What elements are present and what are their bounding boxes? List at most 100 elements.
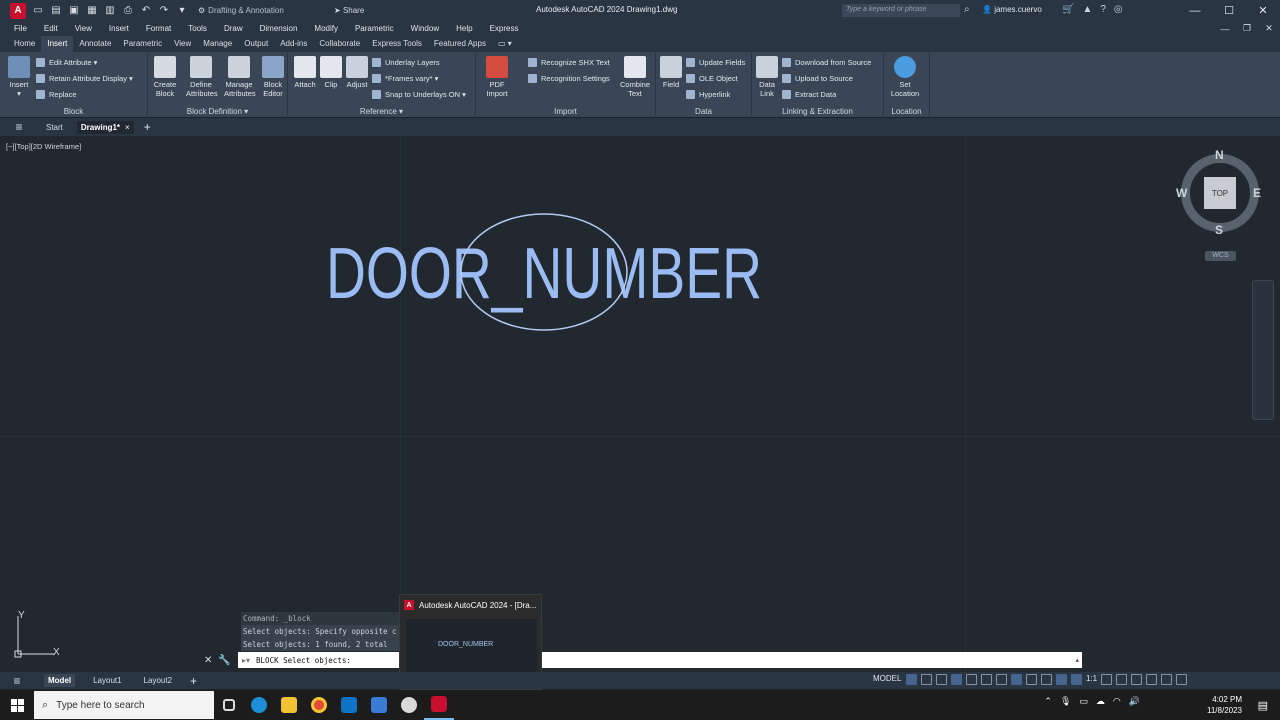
plot-icon[interactable]: ⎙ <box>122 5 134 17</box>
reference-panel-title[interactable]: Reference ▾ <box>288 107 475 116</box>
menu-insert[interactable]: Insert <box>109 24 129 33</box>
taskbar-clock[interactable]: 4:02 PM 11/8/2023 <box>1207 694 1242 716</box>
microphone-icon[interactable]: 🎙 <box>1060 696 1071 707</box>
set-location-button[interactable]: Set Location <box>890 56 920 98</box>
plus-icon[interactable] <box>1116 674 1128 685</box>
transparency-icon[interactable] <box>1041 674 1052 685</box>
undo-icon[interactable]: ↶ <box>140 5 152 17</box>
doc-restore-icon[interactable]: ❐ <box>1236 21 1258 36</box>
combine-text-button[interactable]: Combine Text <box>620 56 650 98</box>
save-as-icon[interactable]: ▦ <box>86 5 98 17</box>
user-account[interactable]: 👤 james.cuervo <box>982 5 1042 14</box>
taskbar-search-input[interactable]: ⌕ Type here to search <box>34 691 214 719</box>
drawing-canvas[interactable]: [−][Top][2D Wireframe] <box>0 136 1280 672</box>
chrome-icon[interactable] <box>304 690 334 720</box>
command-line[interactable]: ✕ 🔧 ▸▾ BLOCK Select objects: ▴ <box>200 652 1082 668</box>
block-editor-button[interactable]: Block Editor <box>258 56 288 98</box>
workspace-switch-icon[interactable] <box>1101 674 1113 685</box>
share-button[interactable]: ➤ Share <box>334 6 364 15</box>
lineweight-icon[interactable] <box>1026 674 1037 685</box>
menu-view[interactable]: View <box>75 24 92 33</box>
help-icon[interactable]: ? <box>1100 4 1106 15</box>
windows-start-icon[interactable] <box>0 698 34 712</box>
ribbon-tab-home[interactable]: Home <box>8 36 41 52</box>
annotation-visibility-icon[interactable] <box>1056 674 1067 685</box>
adjust-button[interactable]: Adjust <box>342 56 372 89</box>
model-space-button[interactable]: MODEL <box>873 674 901 683</box>
viewcube-top-face[interactable]: TOP <box>1204 177 1236 209</box>
ortho-icon[interactable] <box>951 674 962 685</box>
infer-constraints-icon[interactable] <box>936 674 947 685</box>
compass-south[interactable]: S <box>1215 223 1223 237</box>
ribbon-tab-insert[interactable]: Insert <box>41 36 74 52</box>
menu-icon[interactable]: ≡ <box>6 120 32 134</box>
block-definition-panel-title[interactable]: Block Definition ▾ <box>148 107 287 116</box>
edge-icon[interactable] <box>244 690 274 720</box>
ribbon-tab-view[interactable]: View <box>168 36 197 52</box>
paint-icon[interactable] <box>394 690 424 720</box>
search-icon[interactable]: ⌕ <box>964 4 976 16</box>
auto-scale-icon[interactable] <box>1071 674 1082 685</box>
ole-object-button[interactable]: OLE Object <box>686 72 738 84</box>
help-search-input[interactable]: Type a keyword or phrase <box>842 4 960 17</box>
ribbon-tab-manage[interactable]: Manage <box>197 36 238 52</box>
menu-dimension[interactable]: Dimension <box>260 24 298 33</box>
frames-vary-dropdown[interactable]: *Frames vary* ▾ <box>372 72 438 84</box>
isodraft-icon[interactable] <box>981 674 992 685</box>
download-from-source-button[interactable]: Download from Source <box>782 56 871 68</box>
new-icon[interactable]: ▭ <box>32 5 44 17</box>
menu-edit[interactable]: Edit <box>44 24 58 33</box>
extract-data-button[interactable]: Extract Data <box>782 88 836 100</box>
model-tab[interactable]: Model <box>44 674 76 687</box>
ribbon-tab-annotate[interactable]: Annotate <box>73 36 117 52</box>
ribbon-tab-collaborate[interactable]: Collaborate <box>313 36 366 52</box>
retain-attribute-display-button[interactable]: Retain Attribute Display ▾ <box>36 72 133 84</box>
ribbon-minimize-icon[interactable]: ▭ ▾ <box>492 36 518 52</box>
snap-to-underlays-dropdown[interactable]: Snap to Underlays ON ▾ <box>372 88 466 100</box>
minimize-icon[interactable]: — <box>1178 0 1212 21</box>
navigation-bar[interactable] <box>1252 280 1274 420</box>
underlay-layers-button[interactable]: Underlay Layers <box>372 56 440 68</box>
recent-commands-icon[interactable]: ▸▾ <box>242 656 250 665</box>
pdf-import-button[interactable]: PDF Import <box>482 56 512 98</box>
ribbon-tab-parametric[interactable]: Parametric <box>117 36 168 52</box>
object-snap-icon[interactable] <box>1011 674 1022 685</box>
compass-north[interactable]: N <box>1215 148 1224 162</box>
ribbon-tab-output[interactable]: Output <box>238 36 274 52</box>
object-snap-tracking-icon[interactable] <box>996 674 1007 685</box>
close-command-icon[interactable]: ✕ <box>204 655 212 666</box>
layout-menu-icon[interactable]: ≡ <box>4 674 30 688</box>
outlook-icon[interactable] <box>334 690 364 720</box>
menu-window[interactable]: Window <box>411 24 439 33</box>
compass-east[interactable]: E <box>1253 186 1261 200</box>
grid-icon[interactable] <box>906 674 917 685</box>
weather-icon[interactable]: ☁ <box>1096 696 1105 707</box>
update-fields-button[interactable]: Update Fields <box>686 56 745 68</box>
doc-close-icon[interactable]: ✕ <box>1258 21 1280 36</box>
menu-file[interactable]: File <box>14 24 27 33</box>
define-attributes-button[interactable]: Define Attributes <box>186 56 218 98</box>
new-tab-icon[interactable]: + <box>144 120 151 134</box>
customize-wrench-icon[interactable]: 🔧 <box>218 655 230 666</box>
viewport-controls[interactable]: [−][Top][2D Wireframe] <box>6 142 81 151</box>
ribbon-tab-express-tools[interactable]: Express Tools <box>366 36 428 52</box>
insert-button[interactable]: Insert ▾ <box>4 56 34 98</box>
manage-attributes-button[interactable]: Manage Attributes <box>224 56 256 98</box>
file-explorer-icon[interactable] <box>274 690 304 720</box>
drawing1-tab[interactable]: Drawing1* × <box>76 120 134 134</box>
customize-status-icon[interactable] <box>1176 674 1188 685</box>
menu-help[interactable]: Help <box>456 24 472 33</box>
network-icon[interactable]: ▭ <box>1079 696 1088 707</box>
data-link-button[interactable]: Data Link <box>752 56 782 98</box>
autocad-taskbar-icon[interactable] <box>424 690 454 720</box>
maximize-icon[interactable]: ☐ <box>1212 0 1246 21</box>
upload-to-source-button[interactable]: Upload to Source <box>782 72 853 84</box>
field-button[interactable]: Field <box>656 56 686 89</box>
calculator-icon[interactable] <box>364 690 394 720</box>
compass-west[interactable]: W <box>1176 186 1187 200</box>
show-hidden-icons-icon[interactable]: ⌃ <box>1044 696 1052 707</box>
menu-format[interactable]: Format <box>146 24 171 33</box>
autocad-logo-icon[interactable]: A <box>10 2 26 19</box>
more-icon[interactable]: ▾ <box>176 5 188 17</box>
task-view-icon[interactable] <box>214 690 244 720</box>
